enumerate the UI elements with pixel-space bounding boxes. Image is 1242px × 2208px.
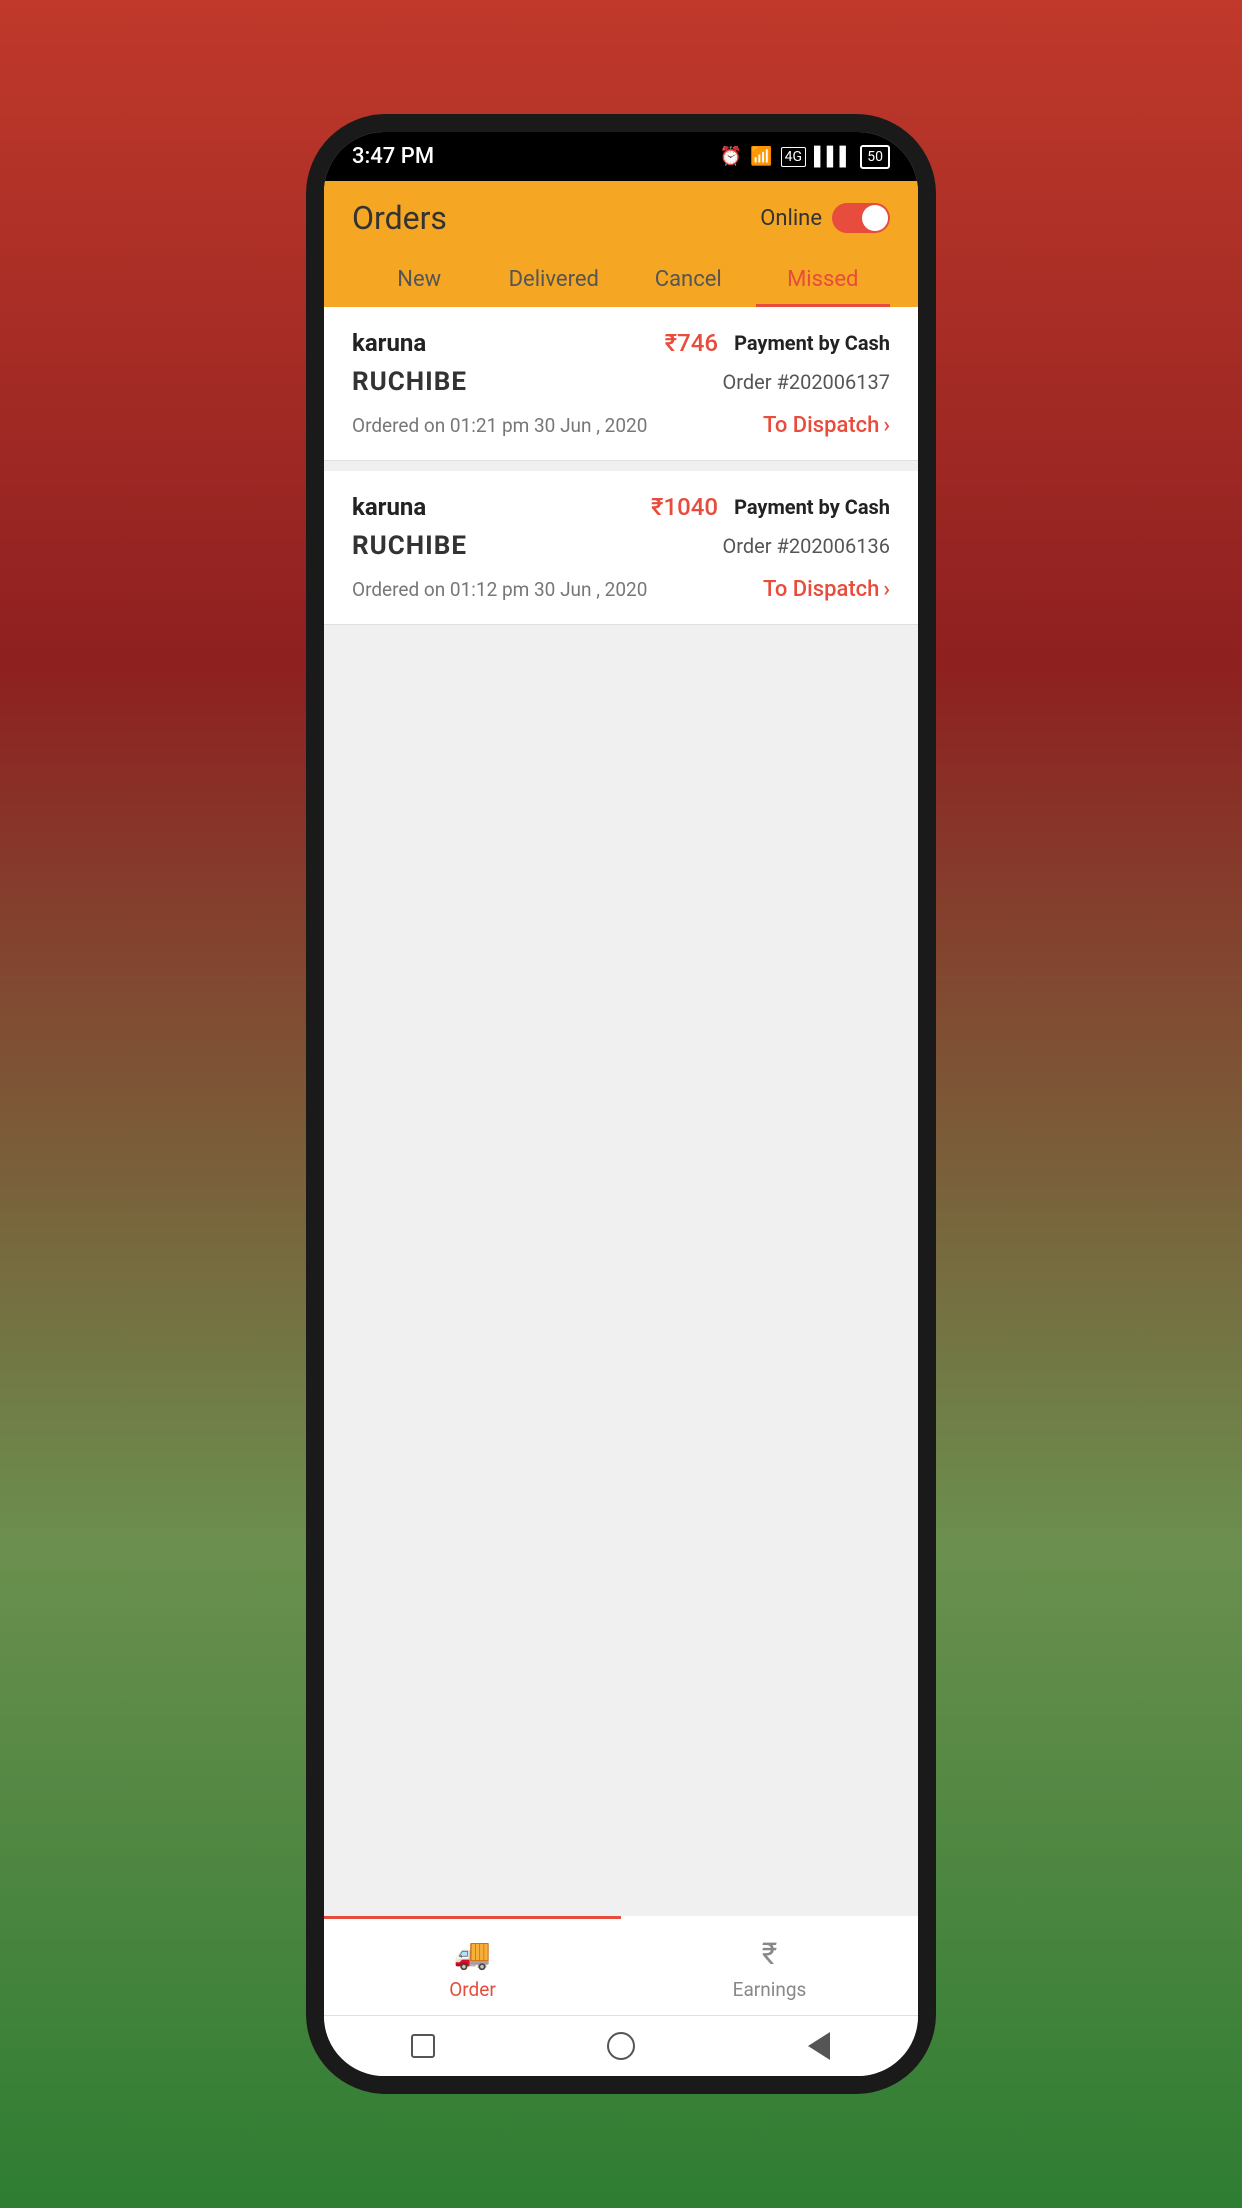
nav-label-earnings: Earnings [733,1978,807,2001]
status-time: 3:47 PM [352,144,434,169]
dispatch-button[interactable]: To Dispatch › [763,577,890,602]
order-time: Ordered on 01:21 pm 30 Jun , 2020 [352,414,647,437]
order-number: Order #202006137 [723,370,890,394]
rupee-nav-icon: ₹ [762,1937,778,1972]
dispatch-arrow-icon: › [883,413,890,438]
order-row-top: karuna ₹1040 Payment by Cash [352,493,890,521]
order-row-top: karuna ₹746 Payment by Cash [352,329,890,357]
order-number: Order #202006136 [723,534,890,558]
orders-list: karuna ₹746 Payment by Cash RUCHIBE Orde… [324,307,918,1916]
network-icon: 4G [781,147,806,167]
order-row-bottom: Ordered on 01:12 pm 30 Jun , 2020 To Dis… [352,577,890,602]
payment-info: Payment by Cash [734,331,890,355]
bottom-nav: 🚚 Order ₹ Earnings [324,1916,918,2015]
order-amount: ₹746 [665,329,718,357]
status-icons: ⏰ 📶 4G ▌▌▌ 50 [720,145,890,169]
order-time: Ordered on 01:12 pm 30 Jun , 2020 [352,578,647,601]
online-label: Online [760,206,822,231]
customer-name: karuna [352,493,426,521]
tabs-bar: New Delivered Cancel Missed [352,255,890,307]
android-back-button[interactable] [803,2030,835,2062]
order-card: karuna ₹1040 Payment by Cash RUCHIBE Ord… [324,471,918,625]
android-square-button[interactable] [407,2030,439,2062]
nav-item-earnings[interactable]: ₹ Earnings [621,1916,918,2015]
empty-space [324,625,918,1916]
restaurant-name: RUCHIBE [352,531,467,561]
truck-icon: 🚚 [454,1937,491,1972]
dispatch-button[interactable]: To Dispatch › [763,413,890,438]
tab-delivered[interactable]: Delivered [487,255,622,307]
toggle-knob [862,205,888,231]
order-card: karuna ₹746 Payment by Cash RUCHIBE Orde… [324,307,918,461]
tab-new[interactable]: New [352,255,487,307]
wifi-bars: ▌▌▌ [814,146,852,167]
nav-label-order: Order [449,1978,496,2001]
customer-name: karuna [352,329,426,357]
square-icon [411,2034,435,2058]
android-home-button[interactable] [605,2030,637,2062]
signal-icon: 📶 [750,146,772,167]
header: Orders Online New Delivered Cancel [324,181,918,307]
dispatch-arrow-icon: › [883,577,890,602]
back-icon [808,2032,830,2060]
phone-screen: 3:47 PM ⏰ 📶 4G ▌▌▌ 50 Orders Online [324,132,918,2076]
restaurant-name: RUCHIBE [352,367,467,397]
page-title: Orders [352,199,447,237]
battery-icon: 50 [860,145,890,169]
header-top: Orders Online [352,199,890,237]
payment-info: Payment by Cash [734,495,890,519]
online-toggle[interactable] [832,203,890,233]
nav-item-order[interactable]: 🚚 Order [324,1916,621,2015]
order-row-bottom: Ordered on 01:21 pm 30 Jun , 2020 To Dis… [352,413,890,438]
online-section: Online [760,203,890,233]
phone-device: 3:47 PM ⏰ 📶 4G ▌▌▌ 50 Orders Online [306,114,936,2094]
tab-missed[interactable]: Missed [756,255,891,307]
android-nav-bar [324,2015,918,2076]
alarm-icon: ⏰ [720,146,742,167]
status-bar: 3:47 PM ⏰ 📶 4G ▌▌▌ 50 [324,132,918,181]
circle-icon [607,2032,635,2060]
tab-cancel[interactable]: Cancel [621,255,756,307]
order-amount: ₹1040 [651,493,718,521]
